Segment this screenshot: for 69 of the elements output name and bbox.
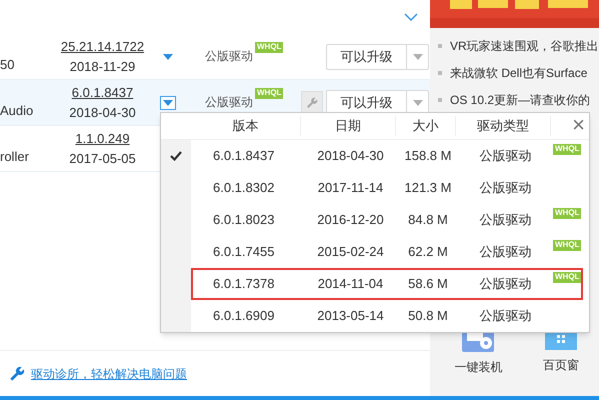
driver-date: 2017-05-05 [69,150,136,168]
check-icon [170,151,182,161]
option-date: 2017-11-14 [316,179,384,198]
version-link[interactable]: 25.21.14.1722 [60,36,144,56]
column-header: 日期 [301,116,396,136]
option-size: 84.8 M [407,211,449,230]
caret-icon [412,54,422,60]
triangle-down-icon [163,54,173,60]
repair-button[interactable] [301,90,323,114]
option-type: 公版驱动 [478,179,532,198]
whql-badge: WHQL [255,88,284,99]
option-date: 2013-05-14 [316,307,385,326]
version-option[interactable]: 6.0.1.7455 2015-02-24 62.2 M 公版驱动 WHQL [161,236,584,268]
version-link[interactable]: 1.1.0.249 [75,128,130,148]
whql-badge: WHQL [553,144,582,155]
option-type: 公版驱动 [478,211,532,230]
option-type: 公版驱动 [478,243,532,262]
option-version: 6.0.1.6909 [212,307,276,326]
news-link[interactable]: OS 10.2更新—请查收你的 [450,91,590,109]
version-option[interactable]: 6.0.1.6909 2013-05-14 50.8 M 公版驱动 [161,300,584,332]
option-version: 6.0.1.8302 [212,179,276,198]
diagnosis-link[interactable]: 驱动诊所，轻松解决电脑问题 [31,364,187,382]
bullet-icon [438,98,442,102]
version-option[interactable]: 6.0.1.8302 2017-11-14 121.3 M 公版驱动 [161,172,584,204]
driver-type: 公版驱动 [205,48,253,65]
column-header: 驱动类型 [456,116,551,136]
option-version: 6.0.1.8437 [212,147,276,166]
driver-type: 公版驱动 [205,94,253,111]
whql-badge: WHQL [553,240,582,251]
driver-date: 2018-11-29 [70,58,136,76]
news-link[interactable]: 来战微软 Dell也有Surface [450,64,588,82]
column-header: 版本 [191,116,301,136]
wrench-icon [306,96,318,108]
option-type: 公版驱动 [478,307,532,326]
version-option[interactable]: 6.0.1.8437 2018-04-30 158.8 M 公版驱动 WHQL [161,140,584,172]
option-date: 2015-02-24 [316,243,385,262]
caret-icon [412,100,422,106]
whql-badge: WHQL [255,42,284,53]
option-size: 58.6 M [407,275,449,294]
close-button[interactable]: × [572,113,585,137]
triangle-down-icon [163,100,173,106]
option-type: 公版驱动 [478,147,532,166]
version-option[interactable]: 6.0.1.7378 2014-11-04 58.6 M 公版驱动 WHQL [161,268,584,300]
option-size: 62.2 M [407,243,449,262]
version-option[interactable]: 6.0.1.8023 2016-12-20 84.8 M 公版驱动 WHQL [161,204,584,236]
whql-badge: WHQL [553,272,582,283]
option-date: 2014-11-04 [316,275,384,294]
bullet-icon [438,44,442,48]
option-date: 2016-12-20 [316,211,385,230]
option-size: 158.8 M [404,147,452,166]
option-version: 6.0.1.7378 [212,275,276,294]
news-link[interactable]: VR玩家速速围观，谷歌推出 [450,37,599,55]
device-name: 50 [0,56,16,74]
option-date: 2018-04-30 [316,147,385,166]
device-name: Audio [0,102,34,120]
option-size: 121.3 M [404,179,452,198]
whql-badge: WHQL [553,208,582,219]
version-dropdown[interactable] [160,96,176,110]
option-size: 50.8 M [407,307,449,326]
chevron-down-icon[interactable] [404,13,418,21]
option-version: 6.0.1.8023 [212,211,276,230]
wrench-icon [9,366,25,382]
version-link[interactable]: 6.0.1.8437 [72,82,134,102]
bullet-icon [438,71,442,75]
device-name: roller [0,148,30,166]
driver-date: 2018-04-30 [69,104,136,122]
column-header: 大小 [396,116,456,136]
option-version: 6.0.1.7455 [212,243,276,262]
option-type: 公版驱动 [478,275,532,294]
